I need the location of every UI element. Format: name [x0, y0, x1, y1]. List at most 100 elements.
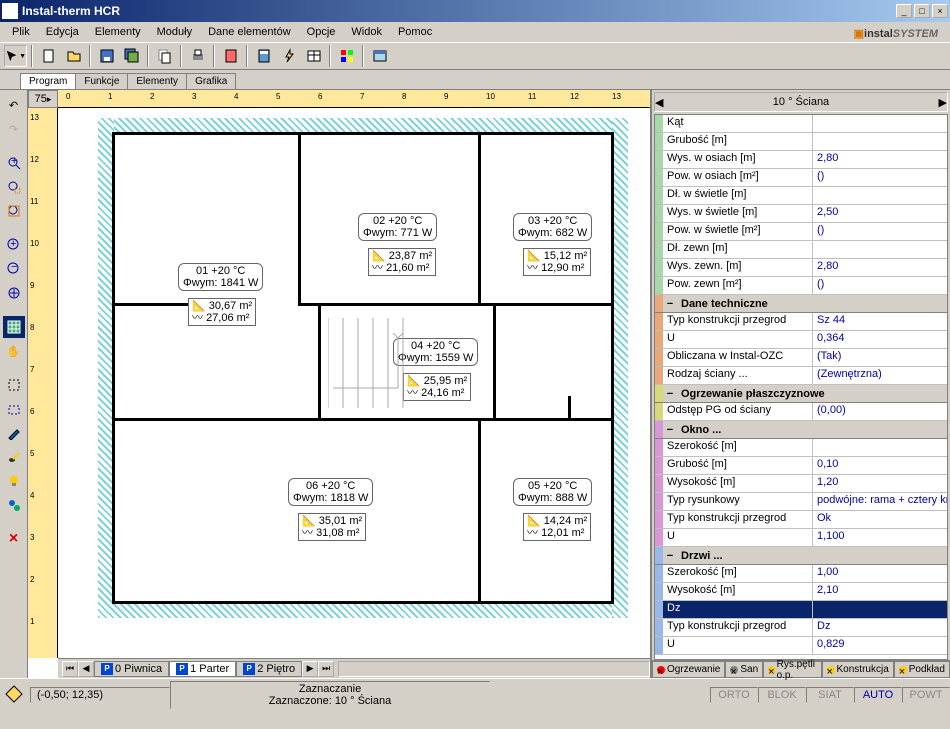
property-grid[interactable]: KątGrubość [m]Wys. w osiach [m]2,80Pow. …	[654, 114, 948, 660]
drawing-canvas[interactable]: 01 +20 °CΦwym: 1841 W 📐 30,67 m²〰 27,06 …	[58, 108, 650, 658]
window-icon[interactable]	[368, 45, 391, 67]
status-flag[interactable]: AUTO	[854, 687, 902, 703]
pointer-tool[interactable]: ▼	[4, 45, 27, 67]
zoom-minus-icon[interactable]: −	[3, 258, 25, 280]
tab-grafika[interactable]: Grafika	[186, 73, 236, 89]
property-row[interactable]: Grubość [m]0,10	[655, 457, 947, 475]
h-scrollbar[interactable]	[338, 661, 650, 677]
status-flag[interactable]: ORTO	[710, 687, 758, 703]
panel-tab[interactable]: ×Rys.pętli o.p.	[763, 661, 821, 678]
property-row[interactable]: Odstęp PG od ściany(0,00)	[655, 403, 947, 421]
menu-plik[interactable]: Plik	[4, 24, 38, 40]
property-section[interactable]: −Okno ...	[655, 421, 947, 439]
settings-icon[interactable]	[219, 45, 242, 67]
table-icon[interactable]	[302, 45, 325, 67]
menu-opcje[interactable]: Opcje	[299, 24, 344, 40]
zoom-plus-icon[interactable]: +	[3, 234, 25, 256]
property-row[interactable]: Typ konstrukcji przegrodSz 44	[655, 313, 947, 331]
tab-program[interactable]: Program	[20, 73, 76, 89]
menu-moduly[interactable]: Moduły	[149, 24, 200, 40]
print-icon[interactable]	[186, 45, 209, 67]
status-flag[interactable]: POWT	[902, 687, 950, 703]
select-rect-icon[interactable]	[3, 374, 25, 396]
property-row[interactable]: Wys. w osiach [m]2,80	[655, 151, 947, 169]
property-row[interactable]: Pow. zewn [m²]()	[655, 277, 947, 295]
property-row[interactable]: U0,364	[655, 331, 947, 349]
sheet-first[interactable]: ⏮	[62, 661, 78, 677]
undo-icon[interactable]: ↶	[3, 94, 25, 116]
property-row[interactable]: Pow. w osiach [m²]()	[655, 169, 947, 187]
property-row[interactable]: Szerokość [m]1,00	[655, 565, 947, 583]
panel-tab[interactable]: ×San	[725, 661, 763, 678]
lightning-icon[interactable]	[277, 45, 300, 67]
new-file-icon[interactable]	[37, 45, 60, 67]
open-file-icon[interactable]	[62, 45, 85, 67]
status-flag[interactable]: SIAT	[806, 687, 854, 703]
property-row[interactable]: Pow. w świetle [m²]()	[655, 223, 947, 241]
minimize-button[interactable]: _	[896, 4, 912, 18]
copy-icon[interactable]	[153, 45, 176, 67]
property-section[interactable]: −Drzwi ...	[655, 547, 947, 565]
property-row[interactable]: Wysokość [m]1,20	[655, 475, 947, 493]
hand-icon[interactable]: ✋	[3, 340, 25, 362]
property-row[interactable]: U0,829	[655, 637, 947, 655]
property-row[interactable]: Wysokość [m]2,10	[655, 583, 947, 601]
property-row[interactable]: Rodzaj ściany ...(Zewnętrzna)	[655, 367, 947, 385]
menu-elementy[interactable]: Elementy	[87, 24, 149, 40]
status-icon	[4, 684, 26, 706]
tab-elementy[interactable]: Elementy	[127, 73, 187, 89]
sheet-1[interactable]: P1 Parter	[169, 661, 236, 677]
status-flag[interactable]: BLOK	[758, 687, 806, 703]
menu-dane[interactable]: Dane elementów	[200, 24, 299, 40]
property-section[interactable]: −Dane techniczne	[655, 295, 947, 313]
property-row[interactable]: Obliczana w Instal-OZC(Tak)	[655, 349, 947, 367]
property-row[interactable]: Typ rysunkowypodwójne: rama + cztery kre…	[655, 493, 947, 511]
grid-icon[interactable]	[3, 316, 25, 338]
save-icon[interactable]	[95, 45, 118, 67]
property-section[interactable]: −Ogrzewanie płaszczyznowe	[655, 385, 947, 403]
property-row[interactable]: Dł. w świetle [m]	[655, 187, 947, 205]
select-lasso-icon[interactable]	[3, 398, 25, 420]
property-row[interactable]: Typ konstrukcji przegrodOk	[655, 511, 947, 529]
sheet-prev[interactable]: ◀	[78, 661, 94, 677]
tab-funkcje[interactable]: Funkcje	[75, 73, 128, 89]
pencil-icon[interactable]	[3, 422, 25, 444]
property-row[interactable]: Dz	[655, 601, 947, 619]
property-row[interactable]: Kąt	[655, 115, 947, 133]
zoom-fit-icon[interactable]	[3, 200, 25, 222]
maximize-button[interactable]: □	[914, 4, 930, 18]
property-row[interactable]: Szerokość [m]	[655, 439, 947, 457]
gears-icon[interactable]	[3, 494, 25, 516]
sheet-2[interactable]: P2 Piętro	[236, 661, 302, 677]
panel-tab[interactable]: ×Ogrzewanie	[652, 661, 725, 678]
save-all-icon[interactable]	[120, 45, 143, 67]
palette-icon[interactable]	[335, 45, 358, 67]
property-title[interactable]: ◀ 10 ° Ściana ▶	[654, 92, 948, 112]
property-row[interactable]: Typ konstrukcji przegrodDz	[655, 619, 947, 637]
panel-tab[interactable]: ×Konstrukcja	[822, 661, 894, 678]
property-row[interactable]: U1,100	[655, 529, 947, 547]
flashlight-icon[interactable]	[3, 446, 25, 468]
calc-icon[interactable]	[252, 45, 275, 67]
menu-edycja[interactable]: Edycja	[38, 24, 87, 40]
bulb-icon[interactable]	[3, 470, 25, 492]
zoom-in-icon[interactable]: +	[3, 152, 25, 174]
ruler-horizontal[interactable]: 0 1 2 3 4 5 6 7 8 9 10 11 12 13	[58, 90, 650, 108]
ruler-vertical[interactable]: 13 12 11 10 9 8 7 6 5 4 3 2 1	[28, 108, 58, 658]
property-row[interactable]: Dł. zewn [m]	[655, 241, 947, 259]
delete-icon[interactable]: ×	[3, 528, 25, 550]
property-row[interactable]: Grubość [m]	[655, 133, 947, 151]
property-row[interactable]: Wys. zewn. [m]2,80	[655, 259, 947, 277]
menu-pomoc[interactable]: Pomoc	[390, 24, 440, 40]
ruler-corner[interactable]: 75▸	[28, 90, 58, 108]
sheet-0[interactable]: P0 Piwnica	[94, 661, 169, 677]
property-row[interactable]: Wys. w świetle [m]2,50	[655, 205, 947, 223]
zoom-all-icon[interactable]	[3, 282, 25, 304]
zoom-window-icon[interactable]	[3, 176, 25, 198]
sheet-next[interactable]: ▶	[302, 661, 318, 677]
panel-tab[interactable]: ×Podkład	[894, 661, 950, 678]
redo-icon[interactable]: ↷	[3, 118, 25, 140]
menu-widok[interactable]: Widok	[343, 24, 390, 40]
sheet-last[interactable]: ⏭	[318, 661, 334, 677]
close-button[interactable]: ×	[932, 4, 948, 18]
